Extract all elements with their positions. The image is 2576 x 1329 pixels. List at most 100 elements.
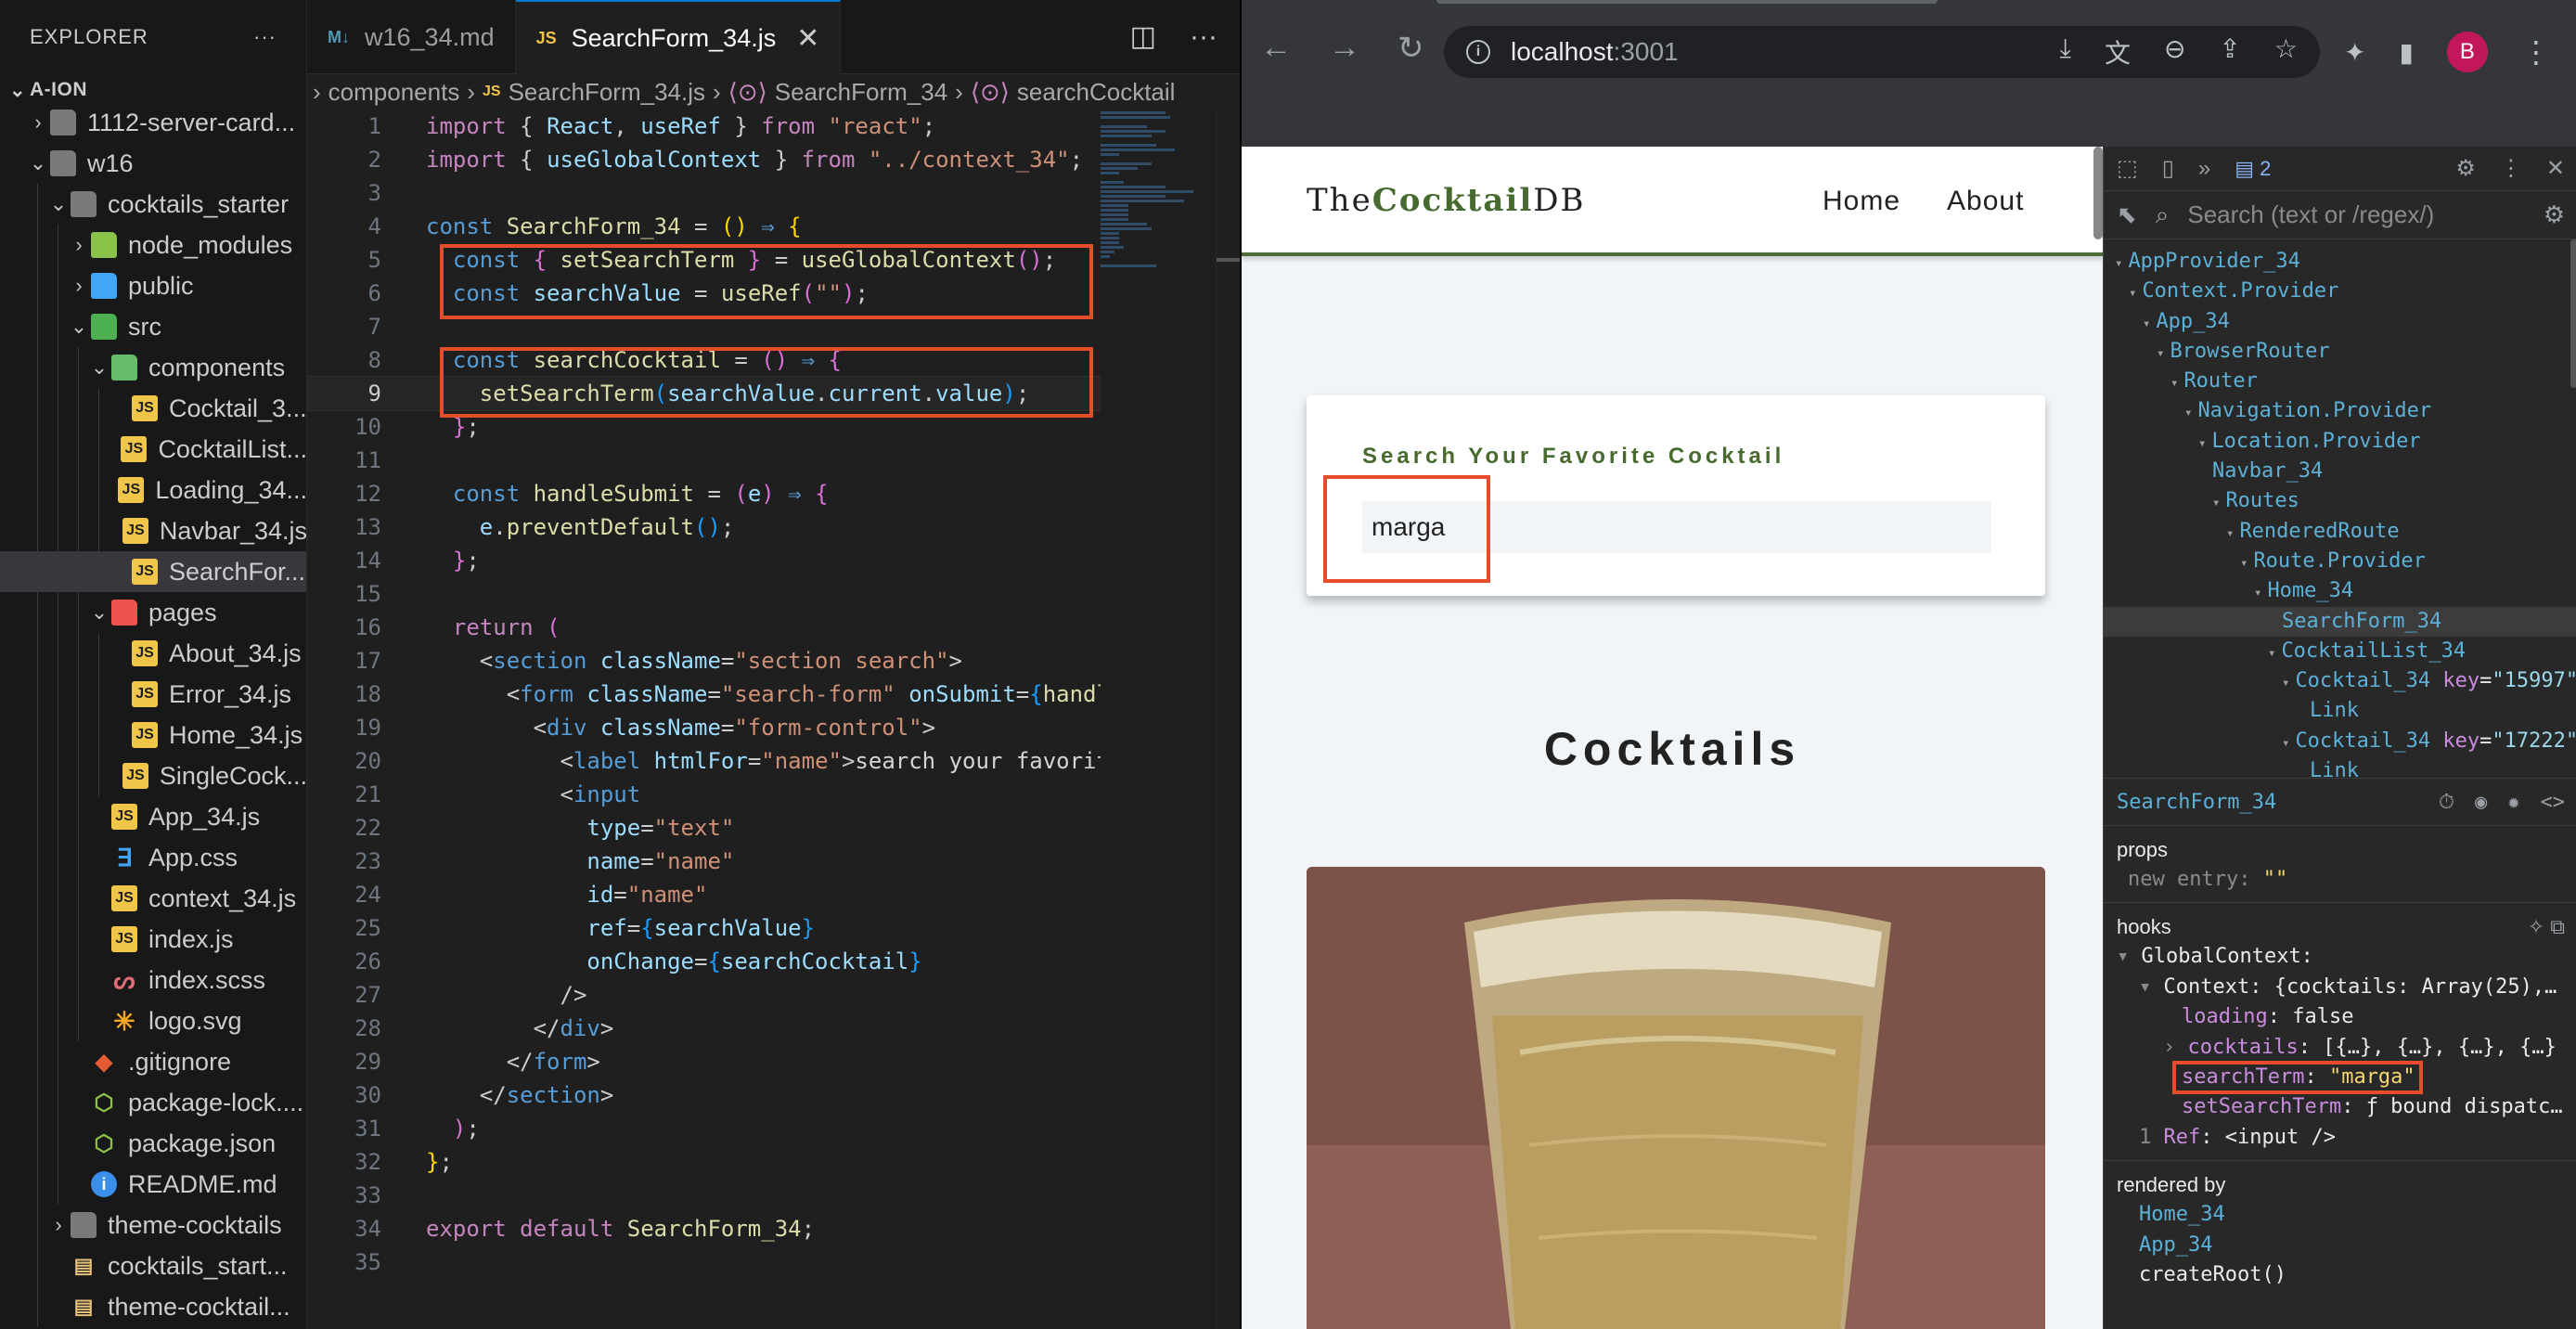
component-node[interactable]: ▾ Route.Provider xyxy=(2104,547,2576,576)
code-line[interactable]: 13 e.preventDefault(); xyxy=(307,510,1101,544)
component-node[interactable]: ▾ RenderedRoute xyxy=(2104,517,2576,547)
tree-file[interactable]: ✳ logo.svg xyxy=(0,1000,306,1041)
expand-toggle-icon[interactable]: ▾ xyxy=(2198,436,2206,451)
component-node[interactable]: ▾ CocktailList_34 xyxy=(2104,637,2576,666)
more-tabs-icon[interactable]: » xyxy=(2198,156,2210,182)
tree-folder[interactable]: ⌄ cocktails_starter xyxy=(0,184,306,225)
component-node[interactable]: ▾ Navigation.Provider xyxy=(2104,396,2576,426)
code-line[interactable]: 32}; xyxy=(307,1145,1101,1179)
component-node[interactable]: ▾ AppProvider_34 xyxy=(2104,247,2576,277)
tree-file[interactable]: JS CocktailList... xyxy=(0,429,306,470)
expand-toggle-icon[interactable]: ▾ xyxy=(2282,676,2289,690)
tree-file[interactable]: JS context_34.js xyxy=(0,878,306,919)
address-bar[interactable]: i localhost:3001 ⤓ 文 ⊖ ⇪ ☆ xyxy=(1444,26,2320,78)
prop-value[interactable]: "" xyxy=(2263,868,2288,891)
rendered-by-link[interactable]: App_34 xyxy=(2117,1231,2565,1260)
breadcrumb-item[interactable]: SearchForm_34 xyxy=(775,78,947,107)
zoom-icon[interactable]: ⊖ xyxy=(2164,33,2185,71)
tree-file[interactable]: ⬡ package-lock.... xyxy=(0,1082,306,1123)
tree-folder[interactable]: › public xyxy=(0,265,306,306)
code-line[interactable]: 9 setSearchTerm(searchValue.current.valu… xyxy=(307,376,1101,411)
component-node[interactable]: ▾Cocktail_34 key="17222" xyxy=(2104,727,2576,756)
code-line[interactable]: 3 xyxy=(307,176,1101,210)
tree-folder[interactable]: ⌄ w16 xyxy=(0,143,306,184)
code-icon[interactable]: <> xyxy=(2541,791,2566,814)
tree-file[interactable]: i README.md xyxy=(0,1164,306,1205)
select-element-icon[interactable]: ⬉ xyxy=(2117,200,2137,229)
breadcrumb-item[interactable]: components xyxy=(328,78,460,107)
component-node[interactable]: ▾ BrowserRouter xyxy=(2104,337,2576,367)
nav-link-about[interactable]: About xyxy=(1947,186,2024,217)
wand-icon[interactable]: ✧ ⧉ xyxy=(2528,915,2565,939)
tree-file[interactable]: JS App_34.js xyxy=(0,796,306,837)
more-icon[interactable]: ··· xyxy=(1190,21,1217,53)
share-icon[interactable]: ⇪ xyxy=(2219,33,2240,71)
code-line[interactable]: 11 xyxy=(307,444,1101,477)
component-node[interactable]: ▾Cocktail_34 key="15997" xyxy=(2104,666,2576,696)
expand-toggle-icon[interactable]: ▾ xyxy=(2129,286,2136,301)
code-line[interactable]: 4 const SearchForm_34 = () ⇒ { xyxy=(307,210,1101,243)
code-line[interactable]: 29 </form> xyxy=(307,1045,1101,1078)
code-line[interactable]: 28 </div> xyxy=(307,1012,1101,1045)
eye-icon[interactable]: ◉ xyxy=(2475,791,2487,814)
code-line[interactable]: 26 onChange={searchCocktail} xyxy=(307,945,1101,978)
avatar[interactable]: B xyxy=(2446,32,2488,72)
code-line[interactable]: 6 const searchValue = useRef(""); xyxy=(307,277,1101,310)
issues-badge[interactable]: ▤ 2 xyxy=(2235,157,2271,181)
code-line[interactable]: 33 xyxy=(307,1179,1101,1212)
code-line[interactable]: 35 xyxy=(307,1245,1101,1279)
code-line[interactable]: 34 export default SearchForm_34; xyxy=(307,1212,1101,1245)
tree-file[interactable]: JS Navbar_34.js xyxy=(0,510,306,551)
breadcrumb-item[interactable]: searchCocktail xyxy=(1017,78,1176,107)
code-line[interactable]: 19 <div className="form-control"> xyxy=(307,711,1101,744)
site-info-icon[interactable]: i xyxy=(1466,40,1490,64)
rendered-by-link[interactable]: Home_34 xyxy=(2117,1200,2565,1230)
hook-row[interactable]: searchTerm: "marga" xyxy=(2117,1060,2565,1094)
hook-row[interactable]: ▾ GlobalContext: xyxy=(2117,942,2565,972)
devtools-menu-icon[interactable]: ⋮ xyxy=(2500,155,2522,182)
expand-toggle-icon[interactable]: ▾ xyxy=(2115,256,2122,271)
code-line[interactable]: 12 const handleSubmit = (e) ⇒ { xyxy=(307,477,1101,510)
code-line[interactable]: 1 import { React, useRef } from "react"; xyxy=(307,110,1101,143)
code-line[interactable]: 21 <input xyxy=(307,778,1101,811)
tree-file[interactable]: JS SearchFor... xyxy=(0,551,306,592)
tree-folder[interactable]: ⌄ src xyxy=(0,306,306,347)
tree-file[interactable]: JS Cocktail_3... xyxy=(0,388,306,429)
tree-file[interactable]: JS Error_34.js xyxy=(0,674,306,715)
back-icon[interactable]: ← xyxy=(1260,30,1292,67)
tree-folder[interactable]: › 1112-server-card... xyxy=(0,102,306,143)
hook-row[interactable]: loading: false xyxy=(2117,1002,2565,1032)
sidepanel-icon[interactable]: ▮ xyxy=(2399,37,2413,68)
forward-icon[interactable]: → xyxy=(1329,30,1360,67)
hook-row[interactable]: 1 Ref: <input /> xyxy=(2117,1123,2565,1153)
tree-file[interactable]: ᔕ index.scss xyxy=(0,960,306,1000)
translate-icon[interactable]: 文 xyxy=(2105,33,2131,71)
component-node[interactable]: ▾ Router xyxy=(2104,367,2576,396)
tree-folder[interactable]: › theme-cocktails xyxy=(0,1205,306,1245)
split-editor-icon[interactable]: ◫ xyxy=(1130,20,1156,53)
code-line[interactable]: 7 xyxy=(307,310,1101,343)
expand-toggle-icon[interactable]: ▾ xyxy=(2240,556,2248,571)
tree-folder[interactable]: ⌄ components xyxy=(0,347,306,388)
tree-file[interactable]: JS index.js xyxy=(0,919,306,960)
expand-toggle-icon[interactable]: ▾ xyxy=(2184,406,2192,420)
rendered-by-link[interactable]: createRoot() xyxy=(2117,1260,2565,1290)
gear-icon[interactable]: ⚙ xyxy=(2544,200,2565,229)
code-line[interactable]: 15 xyxy=(307,577,1101,611)
timer-icon[interactable]: ⏱ xyxy=(2439,791,2454,814)
expand-toggle-icon[interactable]: ▾ xyxy=(2157,346,2164,361)
tree-file[interactable]: ◆ .gitignore xyxy=(0,1041,306,1082)
code-line[interactable]: 30 </section> xyxy=(307,1078,1101,1112)
tree-file[interactable]: JS Loading_34... xyxy=(0,470,306,510)
code-line[interactable]: 10 }; xyxy=(307,410,1101,444)
code-line[interactable]: 23 name="name" xyxy=(307,845,1101,878)
tree-file[interactable]: ▤ cocktails_start... xyxy=(0,1245,306,1286)
component-node[interactable]: ▾ Context.Provider xyxy=(2104,277,2576,306)
code-line[interactable]: 31 ); xyxy=(307,1112,1101,1145)
code-line[interactable]: 14 }; xyxy=(307,544,1101,577)
code-line[interactable]: 20 <label htmlFor="name">search your fav… xyxy=(307,744,1101,778)
code-line[interactable]: 24 id="name" xyxy=(307,878,1101,911)
tree-file[interactable]: ∃ App.css xyxy=(0,837,306,878)
cocktail-image[interactable] xyxy=(1307,867,2045,1329)
search-input[interactable] xyxy=(1362,501,1991,553)
